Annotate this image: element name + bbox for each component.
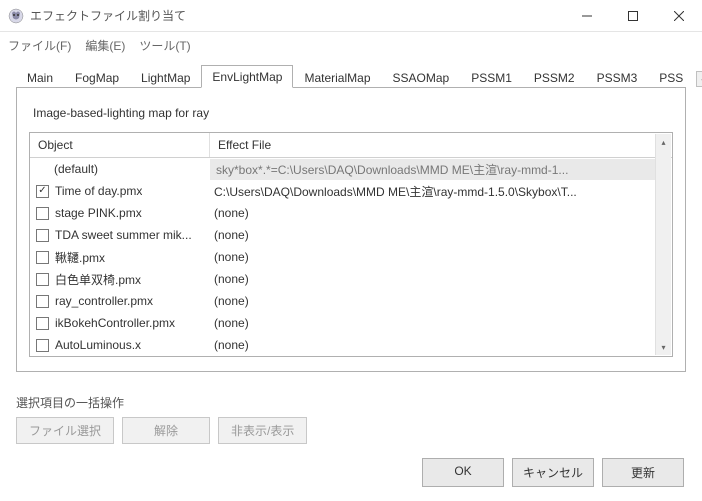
effect-file-value[interactable]: (none) (210, 316, 672, 330)
tab-pssm1[interactable]: PSSM1 (460, 66, 523, 88)
tab-envlightmap[interactable]: EnvLightMap (201, 65, 293, 88)
scroll-up-icon[interactable]: ▴ (656, 134, 671, 150)
tab-pssm2[interactable]: PSSM2 (523, 66, 586, 88)
object-checkbox[interactable] (36, 207, 49, 220)
object-name: 鞦韆.pmx (55, 249, 105, 266)
default-effect-value[interactable]: sky*box*.*=C:\Users\DAQ\Downloads\MMD ME… (210, 159, 670, 180)
tab-pssm3[interactable]: PSSM3 (586, 66, 649, 88)
object-name: Time of day.pmx (55, 184, 142, 198)
batch-label: 選択項目の一括操作 (16, 394, 686, 411)
dialog-footer: OK キャンセル 更新 (422, 458, 684, 487)
tab-scroll-left[interactable]: ◂ (696, 71, 702, 87)
app-icon (8, 8, 24, 24)
menu-edit[interactable]: 編集(E) (85, 37, 125, 54)
menu-file[interactable]: ファイル(F) (8, 37, 71, 54)
object-name: AutoLuminous.x (55, 338, 141, 352)
scroll-thumb[interactable] (656, 150, 671, 339)
object-name: ikBokehController.pmx (55, 316, 175, 330)
window-title: エフェクトファイル割り当て (30, 7, 186, 24)
object-checkbox[interactable] (36, 185, 49, 198)
object-checkbox[interactable] (36, 339, 49, 352)
object-checkbox[interactable] (36, 295, 49, 308)
effect-file-value[interactable]: (none) (210, 250, 672, 264)
titlebar: エフェクトファイル割り当て (0, 0, 702, 32)
grid-header: Object Effect File (30, 133, 672, 158)
column-object[interactable]: Object (30, 133, 210, 157)
table-row-default[interactable]: (default) sky*box*.*=C:\Users\DAQ\Downloa… (30, 158, 672, 180)
ok-button[interactable]: OK (422, 458, 504, 487)
effect-grid: Object Effect File (default) sky*box*.*=C… (29, 132, 673, 357)
object-name: TDA sweet summer mik... (55, 228, 192, 242)
menu-tool[interactable]: ツール(T) (139, 37, 190, 54)
close-icon (674, 11, 684, 21)
tab-lightmap[interactable]: LightMap (130, 66, 201, 88)
table-row[interactable]: 白色单双椅.pmx (none) (30, 268, 672, 290)
table-row[interactable]: AutoLuminous.x (none) (30, 334, 672, 356)
object-checkbox[interactable] (36, 251, 49, 264)
batch-toggle-button[interactable]: 非表示/表示 (218, 417, 307, 444)
object-name: 白色单双椅.pmx (55, 271, 141, 288)
maximize-icon (628, 11, 638, 21)
default-label: (default) (54, 162, 98, 176)
menubar: ファイル(F) 編集(E) ツール(T) (0, 32, 702, 58)
object-checkbox[interactable] (36, 229, 49, 242)
table-row[interactable]: TDA sweet summer mik... (none) (30, 224, 672, 246)
effect-file-value[interactable]: (none) (210, 206, 672, 220)
table-row[interactable]: 鞦韆.pmx (none) (30, 246, 672, 268)
tabstrip: Main FogMap LightMap EnvLightMap Materia… (16, 64, 686, 88)
column-effect[interactable]: Effect File (210, 133, 672, 157)
close-button[interactable] (656, 0, 702, 32)
update-button[interactable]: 更新 (602, 458, 684, 487)
effect-file-value[interactable]: (none) (210, 272, 672, 286)
minimize-button[interactable] (564, 0, 610, 32)
effect-file-value[interactable]: (none) (210, 228, 672, 242)
table-row[interactable]: stage PINK.pmx (none) (30, 202, 672, 224)
batch-operations: 選択項目の一括操作 ファイル選択 解除 非表示/表示 (0, 394, 702, 444)
object-checkbox[interactable] (36, 317, 49, 330)
tab-fogmap[interactable]: FogMap (64, 66, 130, 88)
table-row[interactable]: Time of day.pmx C:\Users\DAQ\Downloads\MM… (30, 180, 672, 202)
tab-main[interactable]: Main (16, 66, 64, 88)
maximize-button[interactable] (610, 0, 656, 32)
panel-description: Image-based-lighting map for ray (33, 106, 673, 120)
table-row[interactable]: ray_controller.pmx (none) (30, 290, 672, 312)
effect-file-value[interactable]: C:\Users\DAQ\Downloads\MMD ME\主渲\ray-mmd… (210, 183, 672, 200)
object-name: ray_controller.pmx (55, 294, 153, 308)
batch-file-select-button[interactable]: ファイル選択 (16, 417, 114, 444)
grid-scrollbar[interactable]: ▴ ▾ (655, 134, 671, 355)
table-row[interactable]: ikBokehController.pmx (none) (30, 312, 672, 334)
effect-file-value[interactable]: (none) (210, 294, 672, 308)
tab-ssaomap[interactable]: SSAOMap (382, 66, 461, 88)
tab-pss-overflow[interactable]: PSS (648, 66, 694, 88)
tab-panel: Image-based-lighting map for ray Object … (16, 88, 686, 372)
minimize-icon (582, 11, 592, 21)
object-name: stage PINK.pmx (55, 206, 142, 220)
object-checkbox[interactable] (36, 273, 49, 286)
tab-materialmap[interactable]: MaterialMap (293, 66, 381, 88)
cancel-button[interactable]: キャンセル (512, 458, 594, 487)
effect-file-value[interactable]: (none) (210, 338, 672, 352)
batch-clear-button[interactable]: 解除 (122, 417, 210, 444)
scroll-down-icon[interactable]: ▾ (656, 339, 671, 355)
